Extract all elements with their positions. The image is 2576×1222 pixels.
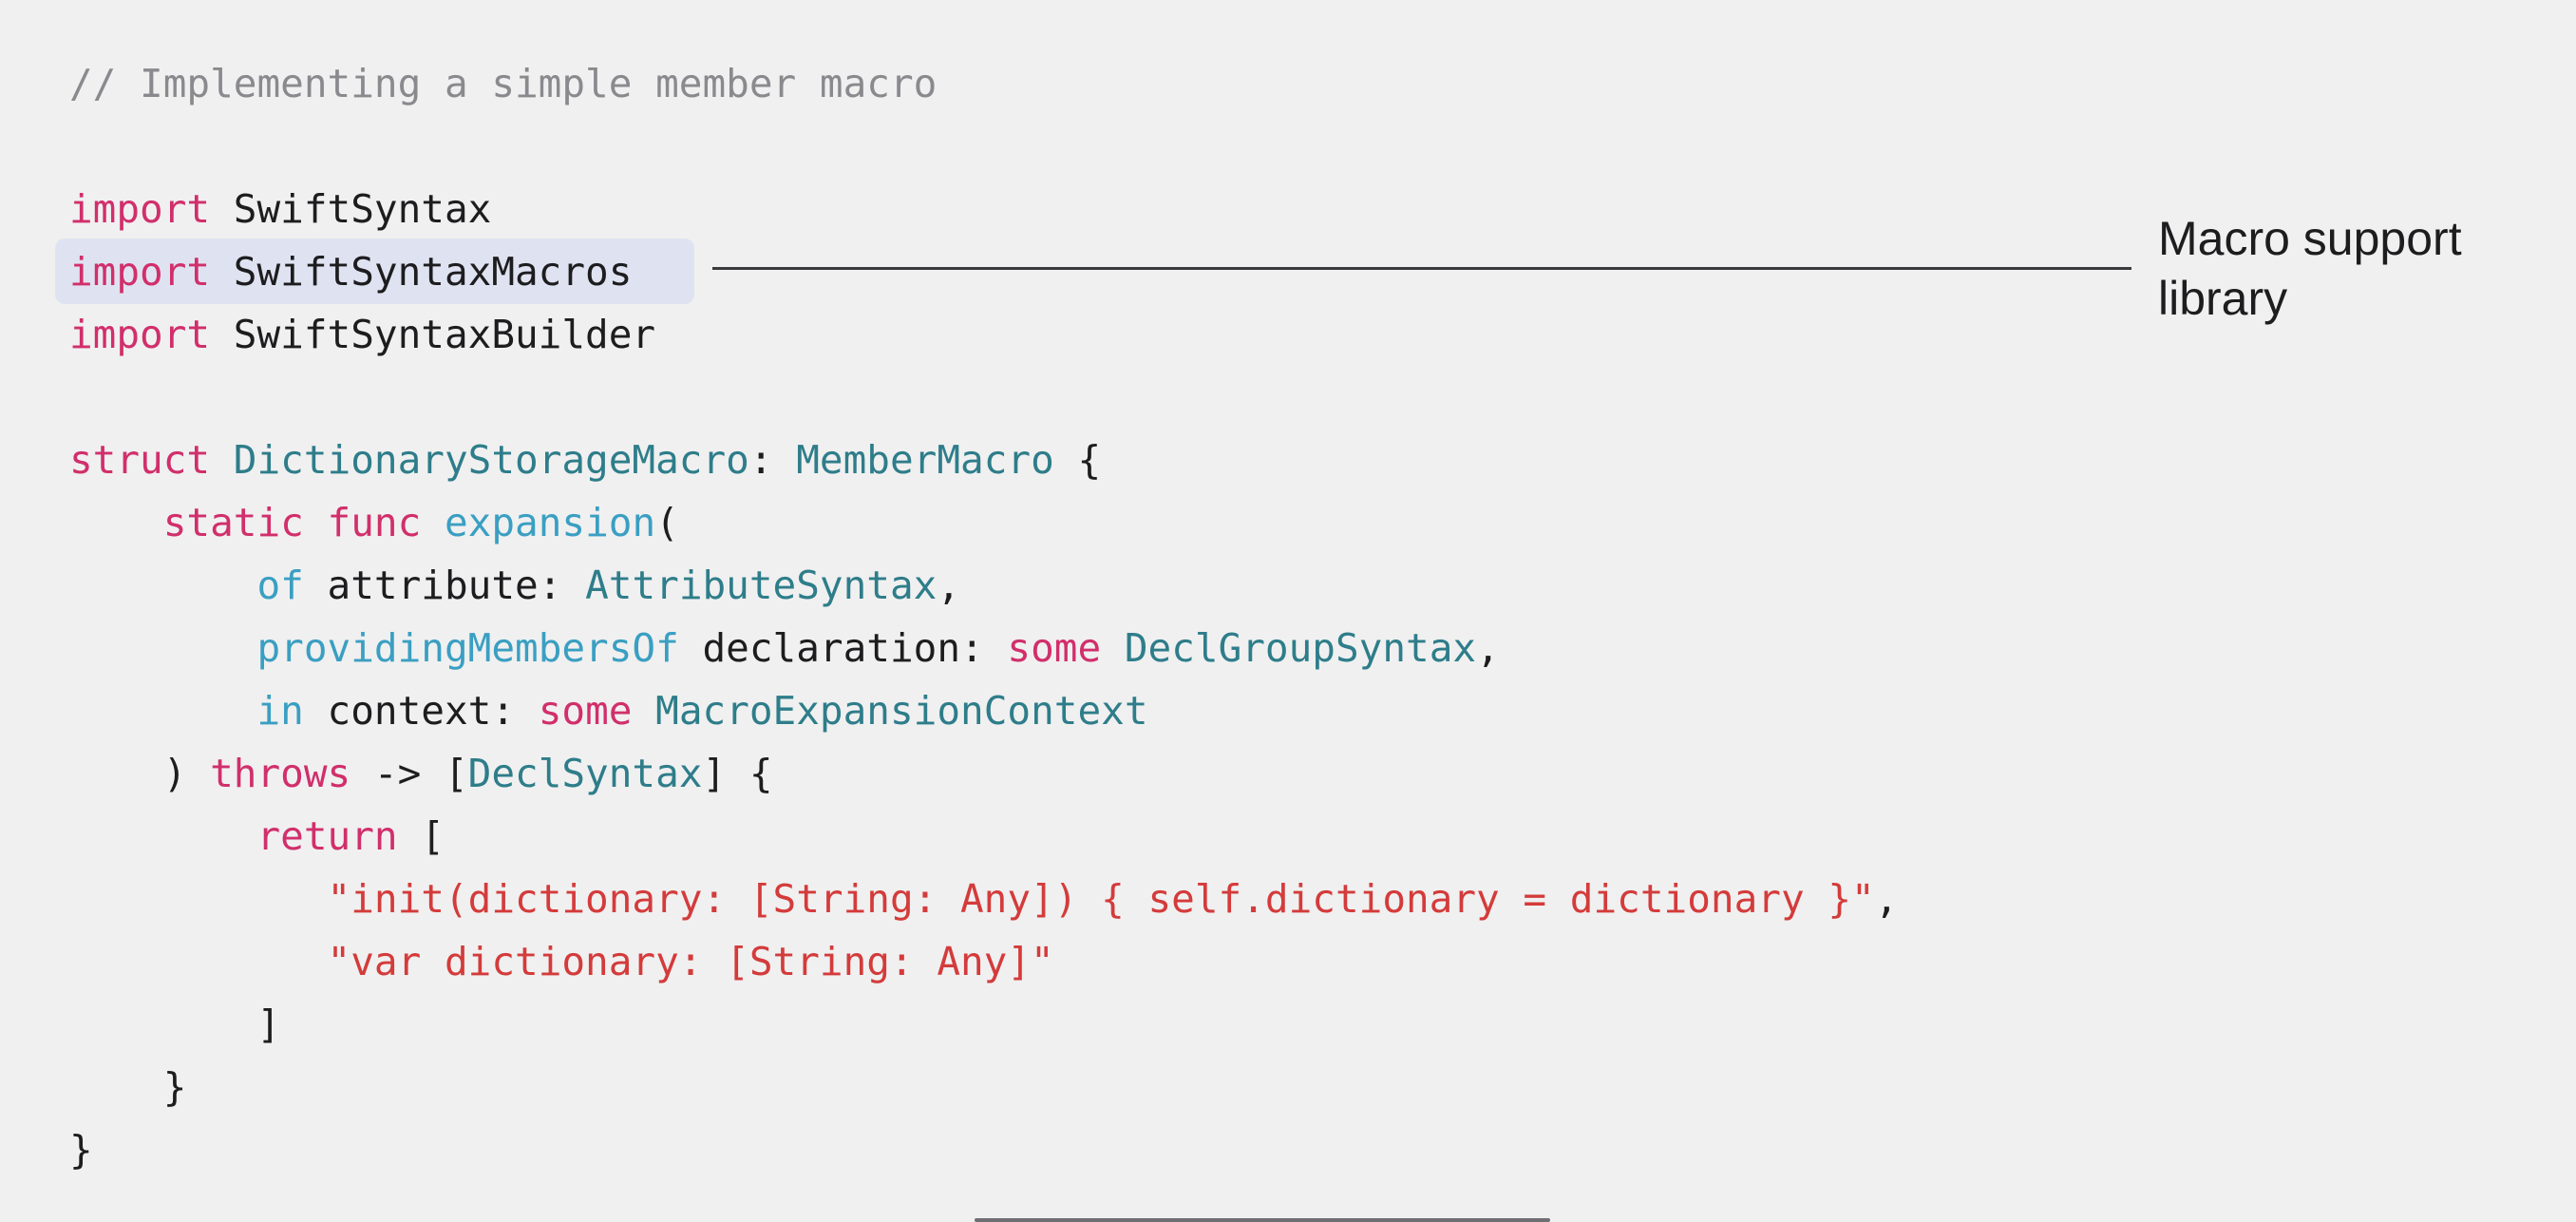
code-line-highlighted: import SwiftSyntaxMacros	[69, 240, 632, 303]
code-token-plain: ]	[69, 1002, 281, 1047]
code-token-keyword: import	[69, 186, 211, 232]
code-line: in context: some MacroExpansionContext	[69, 679, 1148, 742]
code-token-plain: attribute:	[303, 563, 586, 608]
code-token-plain: ,	[1476, 625, 1500, 671]
code-token-comment: // Implementing a simple member macro	[69, 61, 938, 106]
code-line: return [	[69, 805, 445, 868]
code-line: import SwiftSyntax	[69, 178, 491, 240]
code-token-keyword: static	[162, 500, 304, 545]
code-token-plain: SwiftSyntax	[210, 186, 492, 232]
code-line: // Implementing a simple member macro	[69, 52, 937, 115]
code-line: import SwiftSyntaxBuilder	[69, 303, 655, 366]
code-line: static func expansion(	[69, 491, 679, 554]
scroll-indicator	[975, 1218, 1550, 1222]
code-token-keyword: return	[256, 813, 398, 859]
code-line: ]	[69, 993, 280, 1056]
code-token-plain: declaration:	[678, 625, 1008, 671]
code-token-param: in	[256, 688, 304, 734]
code-line: ) throws -> [DeclSyntax] {	[69, 742, 773, 805]
code-token-plain: ] {	[702, 751, 773, 796]
code-token-plain: :	[748, 437, 797, 483]
code-token-keyword: struct	[69, 437, 211, 483]
code-token-plain: )	[69, 751, 211, 796]
code-token-type: MacroExpansionContext	[655, 688, 1148, 734]
code-token-type: DeclGroupSyntax	[1124, 625, 1477, 671]
code-line: "var dictionary: [String: Any]"	[69, 930, 1054, 993]
code-line: of attribute: AttributeSyntax,	[69, 554, 960, 617]
code-token-plain: ,	[937, 563, 961, 608]
code-token-param: expansion	[444, 500, 656, 545]
code-token-keyword: some	[1007, 625, 1102, 671]
code-token-type: AttributeSyntax	[585, 563, 938, 608]
code-token-plain: SwiftSyntaxBuilder	[210, 312, 656, 357]
code-token-keyword: import	[69, 312, 211, 357]
code-token-param: providingMembersOf	[256, 625, 679, 671]
code-token-plain: ,	[1874, 876, 1899, 922]
code-token-type: MemberMacro	[796, 437, 1054, 483]
callout-label-line-2: library	[2158, 272, 2288, 325]
callout-label-line-1: Macro support	[2158, 212, 2462, 265]
code-token-keyword: some	[538, 688, 633, 734]
code-token-type: DeclSyntax	[467, 751, 703, 796]
code-token-plain: (	[655, 500, 679, 545]
code-line: providingMembersOf declaration: some Dec…	[69, 617, 1500, 679]
callout-connector-line	[712, 267, 2131, 270]
code-token-keyword: import	[69, 249, 211, 295]
code-token-keyword: func	[327, 500, 422, 545]
code-line: struct DictionaryStorageMacro: MemberMac…	[69, 429, 1101, 491]
code-token-type: DictionaryStorageMacro	[233, 437, 749, 483]
code-token-string: "init(dictionary: [String: Any]) { self.…	[327, 876, 1875, 922]
code-token-plain: {	[1053, 437, 1102, 483]
code-line: }	[69, 1118, 93, 1181]
code-token-plain: -> [	[350, 751, 468, 796]
code-token-plain: }	[69, 1064, 187, 1110]
code-token-plain: SwiftSyntaxMacros	[210, 249, 633, 295]
code-token-plain: [	[397, 813, 445, 859]
code-token-keyword: throws	[210, 751, 351, 796]
code-line: "init(dictionary: [String: Any]) { self.…	[69, 868, 1899, 930]
code-token-param: of	[256, 563, 304, 608]
code-token-string: "var dictionary: [String: Any]"	[327, 939, 1054, 984]
code-token-plain: context:	[303, 688, 539, 734]
code-token-plain: }	[69, 1127, 93, 1173]
callout-label: Macro support library	[2158, 209, 2557, 329]
code-line: }	[69, 1056, 187, 1118]
